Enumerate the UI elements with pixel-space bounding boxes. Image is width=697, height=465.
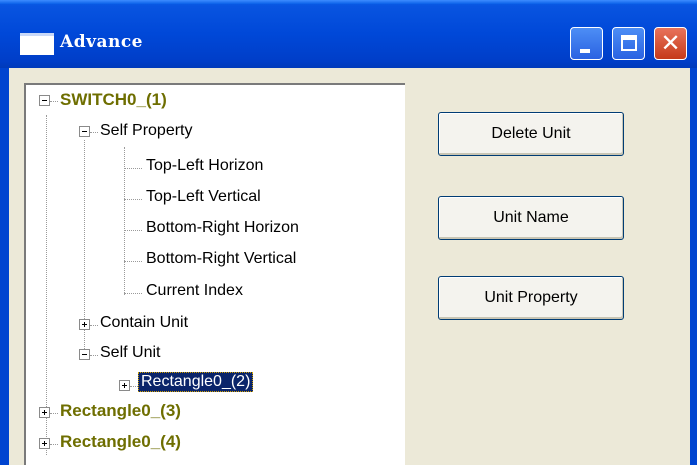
unit-name-button[interactable]: Unit Name xyxy=(438,196,624,240)
expand-icon[interactable] xyxy=(119,380,130,391)
tree-node-rectangle0-4[interactable]: Rectangle0_(4) xyxy=(60,432,181,452)
tree-line xyxy=(50,444,58,445)
tree-node-rectangle0-3[interactable]: Rectangle0_(3) xyxy=(60,401,181,421)
tree-node-switch0[interactable]: SWITCH0_(1) xyxy=(60,90,167,110)
tree-line xyxy=(124,199,142,200)
tree-node-self-property[interactable]: Self Property xyxy=(100,122,192,140)
tree-line xyxy=(50,101,58,102)
window-border-left xyxy=(0,68,9,465)
collapse-icon[interactable] xyxy=(79,349,90,360)
window-title: Advance xyxy=(60,32,143,52)
collapse-icon[interactable] xyxy=(79,126,90,137)
window-border-right xyxy=(690,68,697,465)
minimize-button[interactable] xyxy=(570,27,603,60)
tree-line xyxy=(90,355,98,356)
tree-node-bottom-right-horizon[interactable]: Bottom-Right Horizon xyxy=(146,219,299,237)
delete-unit-button[interactable]: Delete Unit xyxy=(438,112,624,156)
tree-line xyxy=(124,147,125,295)
tree-line xyxy=(124,293,142,294)
unit-property-button[interactable]: Unit Property xyxy=(438,276,624,320)
advance-window: Advance ✕ SWITCH0_(1) Self Property Top-… xyxy=(0,0,697,465)
tree-line xyxy=(124,168,142,169)
tree-node-top-left-horizon[interactable]: Top-Left Horizon xyxy=(146,157,263,175)
close-button[interactable]: ✕ xyxy=(654,27,687,60)
tree-line xyxy=(50,413,58,414)
tree-node-self-unit[interactable]: Self Unit xyxy=(100,344,160,362)
close-icon: ✕ xyxy=(660,29,681,57)
title-bar[interactable]: Advance ✕ xyxy=(0,0,697,68)
tree-node-top-left-vertical[interactable]: Top-Left Vertical xyxy=(146,188,261,206)
tree-line xyxy=(124,230,142,231)
tree-line xyxy=(90,132,98,133)
tree-node-current-index[interactable]: Current Index xyxy=(146,282,243,300)
expand-icon[interactable] xyxy=(39,438,50,449)
collapse-icon[interactable] xyxy=(39,95,50,106)
tree-node-rectangle0-2-selected[interactable]: Rectangle0_(2) xyxy=(138,372,254,392)
unit-tree-view[interactable]: SWITCH0_(1) Self Property Top-Left Horiz… xyxy=(24,83,405,465)
tree-line xyxy=(130,386,138,387)
maximize-button[interactable] xyxy=(612,27,645,60)
tree-node-bottom-right-vertical[interactable]: Bottom-Right Vertical xyxy=(146,250,296,268)
expand-icon[interactable] xyxy=(79,319,90,330)
tree-line xyxy=(90,325,98,326)
window-icon xyxy=(20,33,54,55)
tree-line xyxy=(124,261,142,262)
tree-node-contain-unit[interactable]: Contain Unit xyxy=(100,314,188,332)
expand-icon[interactable] xyxy=(39,407,50,418)
tree-line xyxy=(46,115,47,455)
